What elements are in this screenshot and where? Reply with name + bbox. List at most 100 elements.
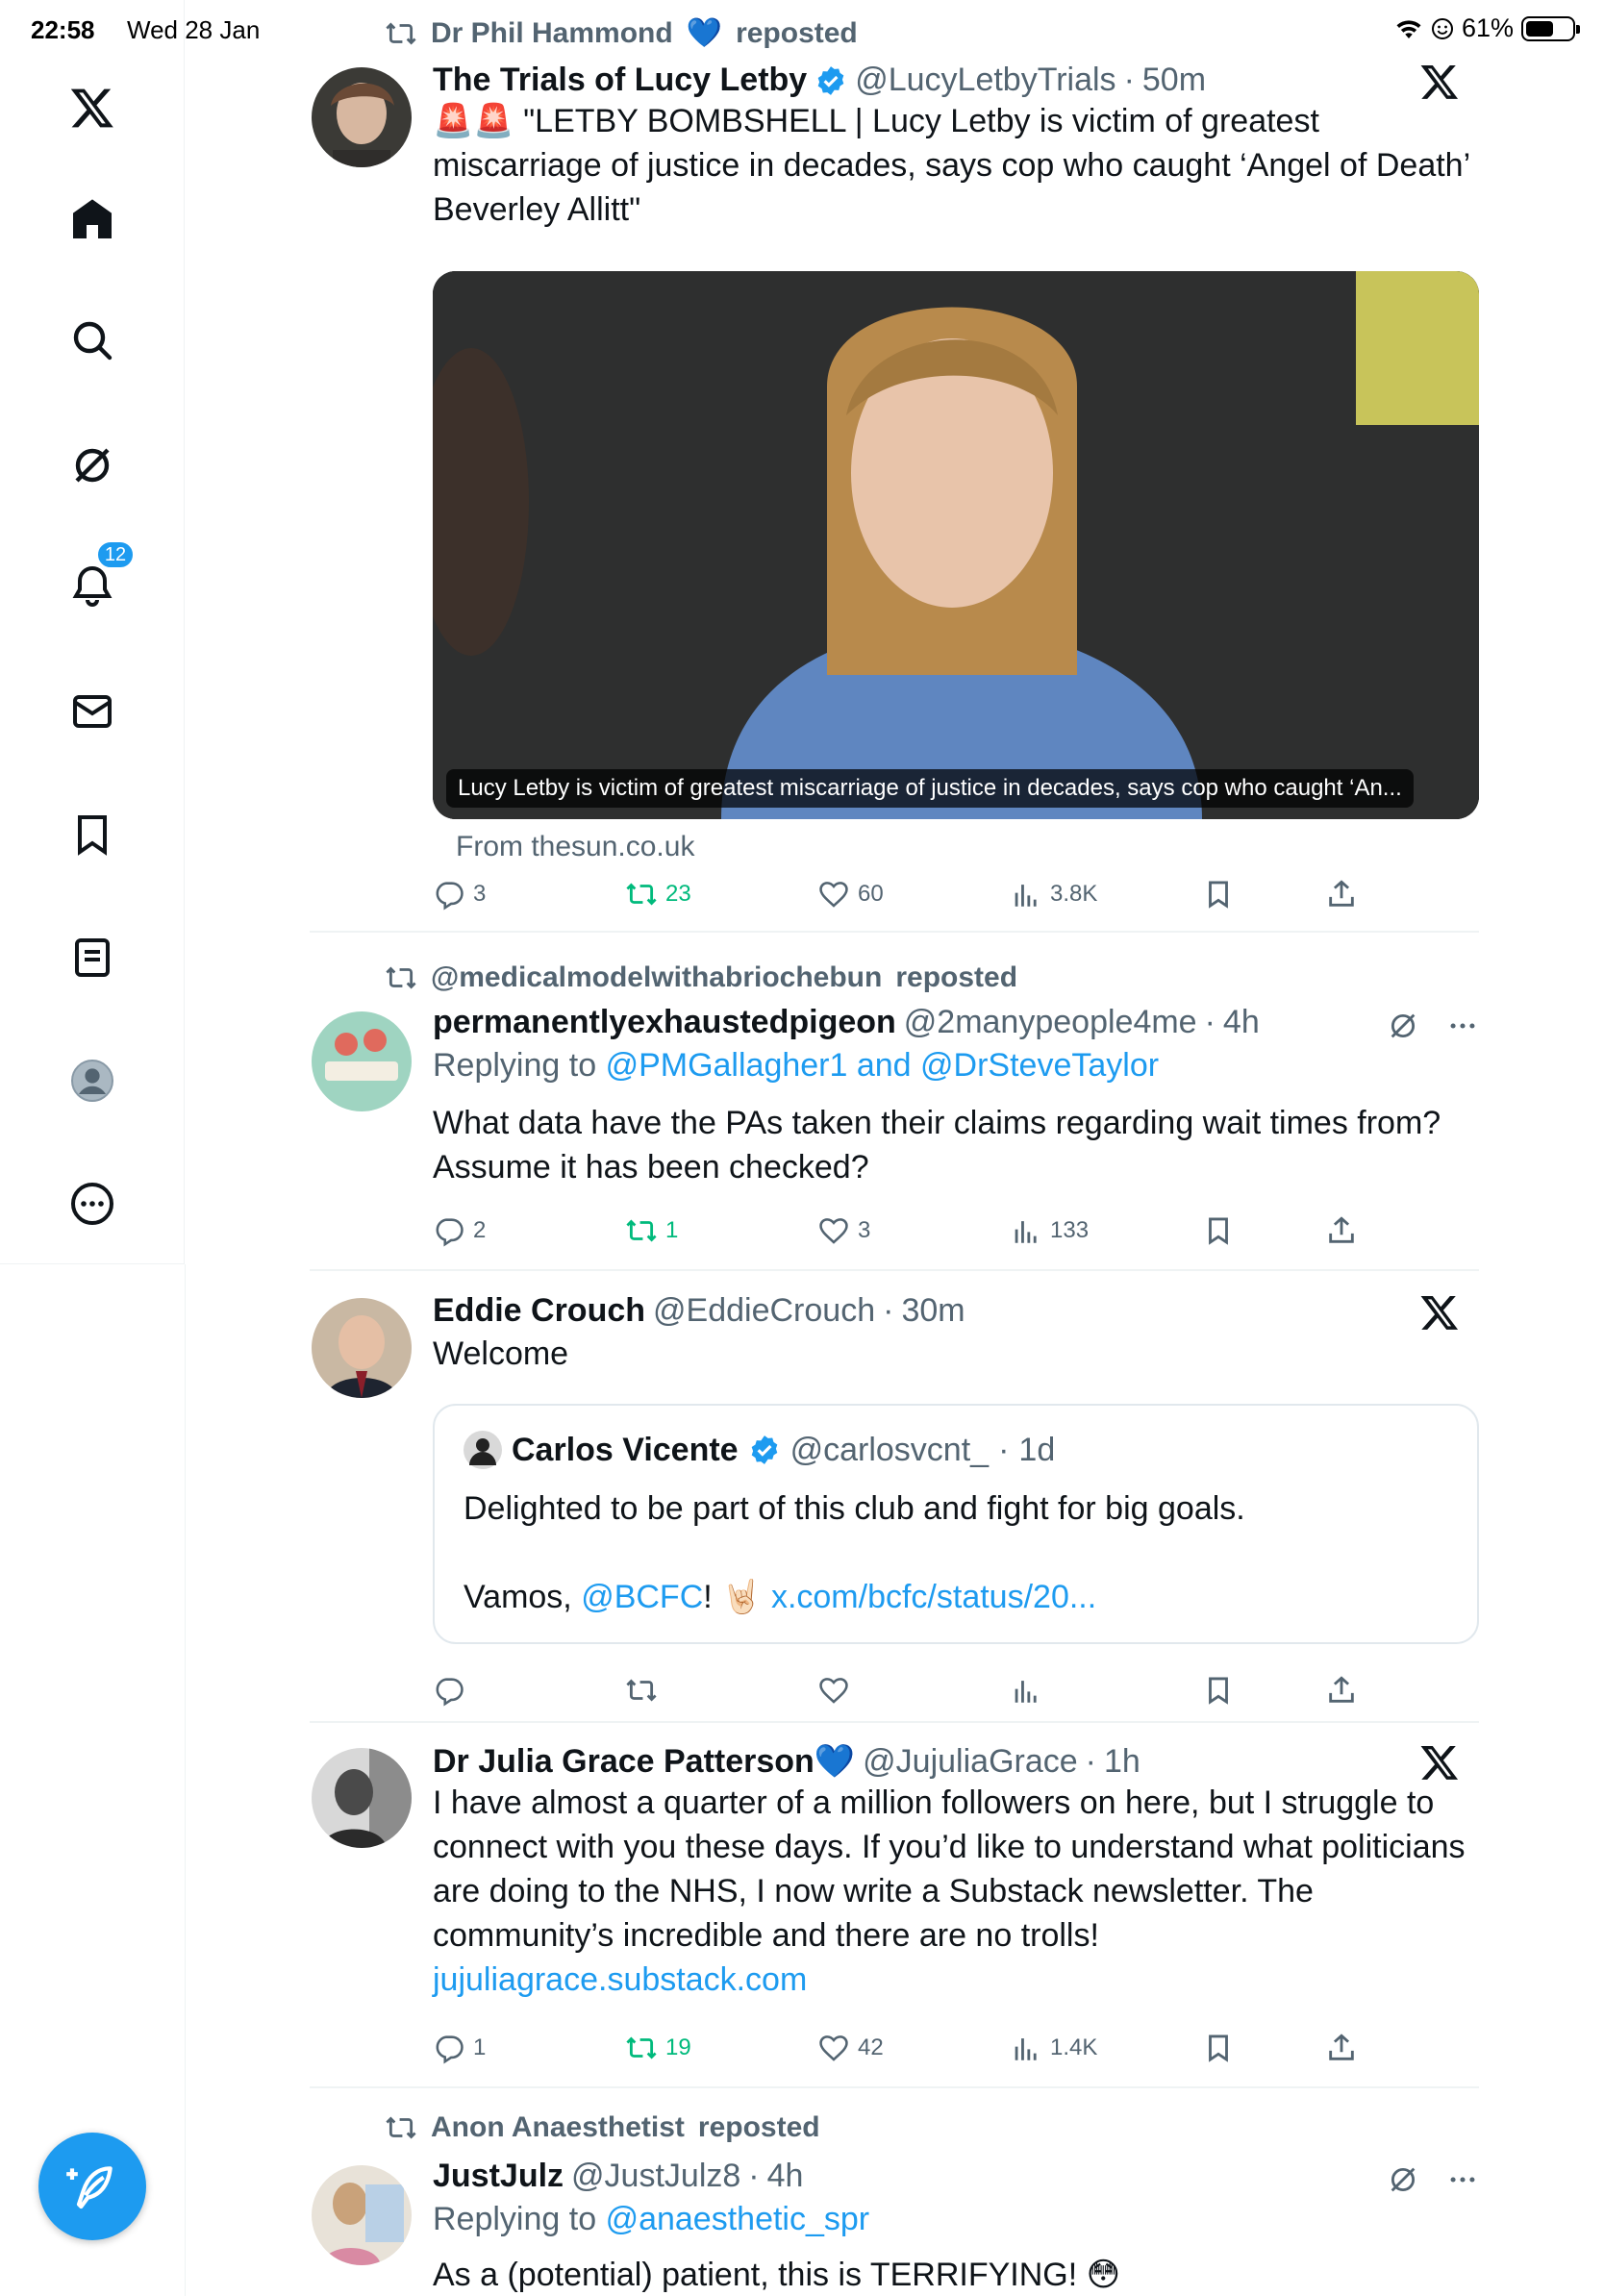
repost-suffix: reposted — [697, 2111, 820, 2143]
avatar[interactable] — [312, 1748, 412, 1848]
like-icon — [819, 882, 848, 908]
share-button[interactable] — [1325, 1671, 1358, 1710]
repost-button[interactable]: 23 — [625, 875, 691, 913]
bookmark-button[interactable] — [1202, 1211, 1235, 1250]
share-button[interactable] — [1325, 1211, 1358, 1250]
share-button[interactable] — [1325, 875, 1358, 913]
avatar[interactable] — [312, 67, 412, 167]
bookmark-icon — [1209, 881, 1228, 909]
author-name[interactable]: Eddie Crouch — [433, 1292, 645, 1330]
post-time[interactable]: 1h — [1104, 1743, 1140, 1781]
post-time[interactable]: 4h — [1223, 1004, 1260, 1041]
post-time[interactable]: 4h — [767, 2158, 804, 2195]
author-handle[interactable]: @LucyLetbyTrials — [855, 62, 1115, 99]
reply-button[interactable] — [433, 1671, 465, 1710]
bookmark-button[interactable] — [1202, 875, 1235, 913]
repost-by[interactable]: Dr Phil Hammond — [431, 17, 673, 50]
reply-button[interactable]: 3 — [433, 875, 486, 913]
views-button[interactable] — [1010, 1671, 1042, 1710]
repost-by[interactable]: Anon Anaesthetist — [431, 2111, 685, 2144]
author-name[interactable]: permanentlyexhaustedpigeon — [433, 1004, 896, 1041]
more-options-icon[interactable] — [1446, 1010, 1479, 1042]
post-header: Dr Julia Grace Patterson💙 @JujuliaGrace ·… — [433, 1742, 1479, 1781]
post[interactable]: Anon Anaesthetist reposted JustJulz @Just… — [310, 2106, 1479, 2296]
post-actions: 1 19 42 1.4K — [433, 2029, 1354, 2067]
post-time[interactable]: 50m — [1142, 62, 1206, 99]
post-body: The Trials of Lucy Letby @LucyLetbyTrial… — [433, 62, 1479, 232]
views-icon — [1015, 1221, 1037, 1243]
mention-link[interactable]: @BCFC — [581, 1579, 703, 1615]
like-count: 42 — [858, 2034, 884, 2060]
bookmark-button[interactable] — [1202, 1671, 1235, 1710]
post[interactable]: Dr Phil Hammond 💙 reposted The Trials of L… — [310, 12, 1479, 925]
home-icon — [73, 199, 112, 238]
avatar[interactable] — [312, 1298, 412, 1398]
repost-by[interactable]: @medicalmodelwithabriochebun — [431, 961, 882, 994]
link-source[interactable]: From thesun.co.uk — [456, 831, 694, 863]
battery-icon — [1521, 15, 1580, 41]
post-body: permanentlyexhaustedpigeon @2manypeople4… — [433, 1004, 1479, 1189]
repost-icon — [386, 966, 416, 989]
author-name[interactable]: JustJulz — [433, 2158, 564, 2195]
repost-button[interactable]: 1 — [625, 1211, 678, 1250]
share-button[interactable] — [1325, 2029, 1358, 2067]
avatar[interactable] — [312, 1011, 412, 1111]
nav-messages[interactable] — [54, 673, 131, 750]
post-time[interactable]: 30m — [901, 1292, 965, 1330]
reply-button[interactable]: 2 — [433, 1211, 486, 1250]
verified-icon — [751, 1435, 777, 1464]
views-button[interactable]: 3.8K — [1010, 875, 1097, 913]
nav-more[interactable] — [54, 1165, 131, 1242]
link-card-image[interactable]: Lucy Letby is victim of greatest miscarr… — [433, 271, 1479, 819]
nav-notifications[interactable]: 12 — [54, 540, 135, 625]
author-handle[interactable]: @JujuliaGrace — [863, 1743, 1078, 1781]
compose-button[interactable] — [38, 2133, 146, 2240]
status-link[interactable]: x.com/bcfc/status/20... — [771, 1579, 1096, 1615]
nav-profile[interactable] — [54, 1042, 131, 1119]
quoted-header: Carlos Vicente @carlosvcnt_ · 1d — [464, 1431, 1055, 1469]
separator-dot: · — [748, 2158, 760, 2194]
quoted-post[interactable]: Carlos Vicente @carlosvcnt_ · 1d Delighted… — [433, 1404, 1479, 1644]
substack-link[interactable]: jujuliagrace.substack.com — [433, 1958, 1479, 2002]
like-button[interactable]: 3 — [817, 1211, 870, 1250]
post[interactable]: Dr Julia Grace Patterson💙 @JujuliaGrace ·… — [310, 1738, 1479, 2084]
post[interactable]: @medicalmodelwithabriochebun reposted per… — [310, 952, 1479, 1260]
replying-to: Replying to @anaesthetic_spr — [433, 2197, 1479, 2241]
like-button[interactable] — [817, 1671, 850, 1710]
x-logo-icon[interactable] — [54, 69, 131, 146]
like-button[interactable]: 60 — [817, 875, 884, 913]
author-name[interactable]: The Trials of Lucy Letby — [433, 62, 807, 99]
bookmark-icon — [78, 815, 107, 856]
repost-suffix: reposted — [895, 961, 1018, 993]
author-handle[interactable]: @2manypeople4me — [904, 1004, 1197, 1041]
post[interactable]: Eddie Crouch @EddieCrouch · 30m Welcome Ca… — [310, 1288, 1479, 1711]
nav-grok[interactable] — [54, 427, 131, 504]
grok-icon[interactable] — [1387, 2163, 1419, 2196]
replying-to-mentions[interactable]: @PMGallagher1 and @DrSteveTaylor — [606, 1047, 1160, 1084]
author-handle[interactable]: @JustJulz8 — [571, 2158, 740, 2195]
nav-search[interactable] — [54, 302, 131, 379]
like-button[interactable]: 42 — [817, 2029, 884, 2067]
views-button[interactable]: 1.4K — [1010, 2029, 1097, 2067]
quoted-time: 1d — [1018, 1431, 1056, 1468]
repost-button[interactable] — [625, 1671, 658, 1710]
share-icon — [1329, 880, 1354, 907]
repost-count: 1 — [665, 1217, 679, 1243]
x-logo-icon — [1420, 1296, 1459, 1330]
reply-button[interactable]: 1 — [433, 2029, 486, 2067]
nav-lists[interactable] — [54, 919, 131, 996]
like-count: 3 — [858, 1217, 871, 1243]
post-text: As a (potential) patient, this is TERRIF… — [433, 2257, 1121, 2293]
bookmark-button[interactable] — [1202, 2029, 1235, 2067]
avatar[interactable] — [312, 2165, 412, 2265]
nav-bookmarks[interactable] — [54, 796, 131, 873]
author-handle[interactable]: @EddieCrouch — [653, 1292, 875, 1330]
repost-button[interactable]: 19 — [625, 2029, 691, 2067]
author-name[interactable]: Dr Julia Grace Patterson💙 — [433, 1742, 855, 1781]
more-options-icon[interactable] — [1446, 2163, 1479, 2196]
replying-to-mentions[interactable]: @anaesthetic_spr — [606, 2201, 870, 2237]
views-button[interactable]: 133 — [1010, 1211, 1089, 1250]
grok-icon[interactable] — [1387, 1010, 1419, 1042]
nav-home[interactable] — [54, 181, 131, 258]
post-actions: 3 23 60 3.8K — [433, 875, 1354, 913]
